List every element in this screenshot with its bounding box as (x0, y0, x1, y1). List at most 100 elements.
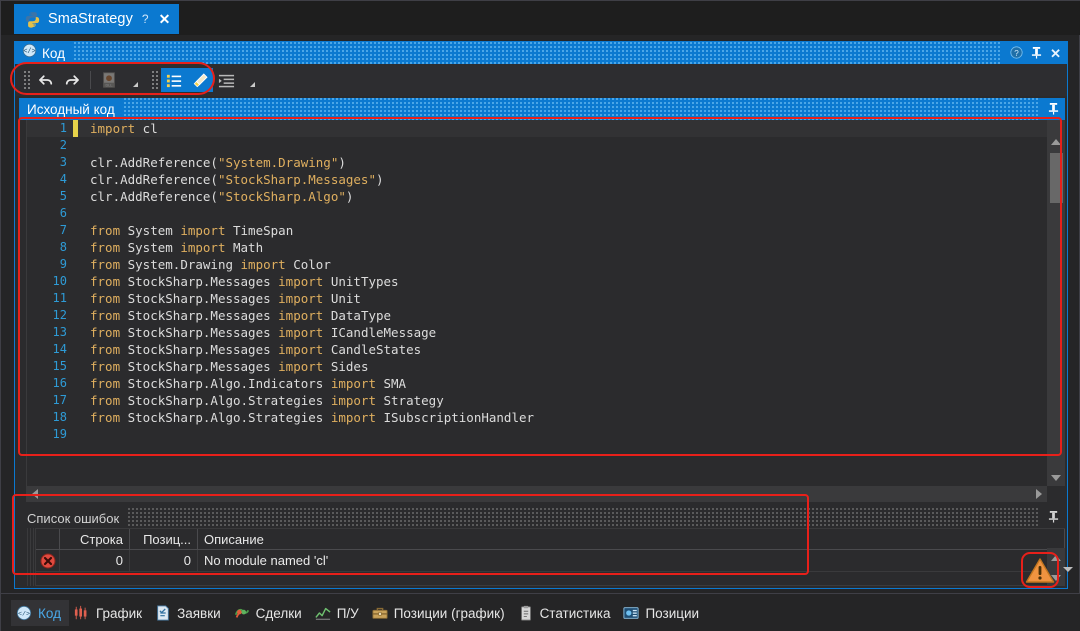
code-line[interactable]: 8 from System import Math (27, 239, 1047, 256)
line-text: from StockSharp.Messages import UnitType… (90, 274, 399, 289)
source-code-pin-icon[interactable] (1048, 102, 1059, 117)
orders-icon (155, 604, 172, 622)
code-line[interactable]: 16 from StockSharp.Algo.Indicators import… (27, 375, 1047, 392)
indent-button[interactable] (213, 68, 239, 92)
toolbar-grip-2[interactable] (151, 70, 158, 90)
document-tab-help-icon[interactable]: ? (140, 12, 151, 26)
trades-icon (234, 605, 251, 622)
line-text: clr.AddReference("StockSharp.Algo") (90, 189, 354, 204)
editor-vertical-scrollbar[interactable] (1047, 120, 1065, 486)
scroll-down-button[interactable] (1047, 470, 1065, 486)
bottom-tab-label: Статистика (539, 605, 611, 621)
error-list-title: Список ошибок (27, 510, 120, 526)
references-button[interactable]: DLL (96, 68, 122, 92)
code-lines[interactable]: 1 import cl 2 3 clr.AddReference("System.Dra… (27, 120, 1047, 486)
indent-dropdown[interactable] (239, 68, 265, 92)
bottom-tab-8[interactable]: Позиции (618, 600, 707, 626)
error-grid-grip[interactable] (27, 528, 35, 586)
bottom-tab-4[interactable]: Сделки (229, 600, 310, 626)
error-column-header[interactable]: Позиц... (130, 529, 198, 549)
editor-toolbar: DLL (15, 64, 1067, 96)
code-line[interactable]: 18 from StockSharp.Algo.Strategies import… (27, 409, 1047, 426)
line-text: from StockSharp.Algo.Indicators import S… (90, 376, 407, 391)
warning-icon[interactable] (1022, 553, 1058, 587)
error-table[interactable]: Строка Позиц... Описание 0 0 No module named… (35, 528, 1065, 586)
code-line[interactable]: 5 clr.AddReference("StockSharp.Algo") (27, 188, 1047, 205)
line-text: from StockSharp.Messages import CandleSt… (90, 342, 422, 357)
code-line[interactable]: 14 from StockSharp.Messages import Candle… (27, 341, 1047, 358)
line-change-marker (73, 137, 78, 154)
line-number: 2 (59, 138, 67, 152)
code-line[interactable]: 3 clr.AddReference("System.Drawing") (27, 154, 1047, 171)
code-panel-pin-icon[interactable] (1031, 46, 1042, 61)
line-text: from StockSharp.Messages import ICandleM… (90, 325, 437, 340)
error-list-pin-icon[interactable] (1048, 510, 1065, 526)
error-row[interactable]: 0 0 No module named 'cl' (36, 550, 1065, 572)
line-number: 13 (52, 325, 67, 339)
redo-button[interactable] (59, 68, 85, 92)
code-line[interactable]: 7 from System import TimeSpan (27, 222, 1047, 239)
line-number: 17 (52, 393, 67, 407)
code-icon: </> (16, 605, 33, 622)
code-line[interactable]: 9 from System.Drawing import Color (27, 256, 1047, 273)
code-line[interactable]: 6 (27, 205, 1047, 222)
bottom-tab-label: Позиции (график) (393, 605, 505, 621)
code-editor[interactable]: 1 import cl 2 3 clr.AddReference("System.Dra… (27, 120, 1065, 502)
error-list-grid: Строка Позиц... Описание 0 0 No module named… (27, 528, 1065, 586)
pnl-line-icon (315, 605, 332, 622)
bottom-tabbar: </> Код График Заявки Сделки П/У Позиции (граф… (1, 593, 1080, 631)
bottom-tab-6[interactable]: Позиции (график) (367, 600, 513, 626)
source-code-caption: Исходный код (19, 98, 1065, 120)
line-text: import cl (90, 121, 158, 136)
line-text: clr.AddReference("System.Drawing") (90, 155, 346, 170)
code-line[interactable]: 15 from StockSharp.Messages import Sides (27, 358, 1047, 375)
line-text: from StockSharp.Messages import Unit (90, 291, 361, 306)
line-number: 5 (59, 189, 67, 203)
source-code-drag-dots[interactable] (122, 98, 1040, 120)
code-panel-help-icon[interactable]: ? (1010, 45, 1023, 61)
code-line[interactable]: 17 from StockSharp.Algo.Strategies import… (27, 392, 1047, 409)
code-line[interactable]: 4 clr.AddReference("StockSharp.Messages") (27, 171, 1047, 188)
references-dropdown[interactable] (122, 68, 148, 92)
line-number: 1 (59, 121, 67, 135)
editor-horizontal-scrollbar[interactable] (27, 486, 1047, 502)
outline-toggle[interactable] (161, 68, 187, 92)
code-line[interactable]: 19 (27, 426, 1047, 443)
document-tab-close-icon[interactable]: ✕ (159, 11, 171, 28)
bottom-tab-3[interactable]: Заявки (150, 600, 229, 626)
code-line[interactable]: 13 from StockSharp.Messages import ICandl… (27, 324, 1047, 341)
scroll-up-button[interactable] (1047, 134, 1065, 150)
line-change-marker (73, 426, 78, 443)
code-line[interactable]: 11 from StockSharp.Messages import Unit (27, 290, 1047, 307)
error-empty-row (36, 572, 1065, 585)
line-text: from System import Math (90, 240, 264, 255)
error-column-header[interactable]: Описание (198, 529, 1065, 549)
error-column-header[interactable] (36, 529, 60, 549)
code-line[interactable]: 2 (27, 137, 1047, 154)
undo-button[interactable] (33, 68, 59, 92)
warning-dropdown-caret[interactable] (1063, 567, 1073, 572)
scroll-left-button[interactable] (27, 486, 43, 502)
bottom-tab-label: График (95, 605, 143, 621)
toolbar-grip[interactable] (23, 70, 30, 90)
line-number: 4 (59, 172, 67, 186)
error-table-body[interactable]: 0 0 No module named 'cl' (36, 550, 1065, 585)
bottom-tab-5[interactable]: П/У (310, 600, 367, 626)
code-line[interactable]: 10 from StockSharp.Messages import UnitTy… (27, 273, 1047, 290)
error-column-header[interactable]: Строка (60, 529, 130, 549)
error-description: No module named 'cl' (198, 550, 1065, 571)
error-list-panel: Список ошибок Строка Позиц... Описание 00N… (19, 508, 1065, 586)
bottom-tab-1[interactable]: </> Код (11, 600, 69, 626)
briefcase-icon (372, 605, 389, 622)
code-panel-drag-dots[interactable] (72, 42, 1003, 64)
scroll-right-button[interactable] (1031, 486, 1047, 502)
code-line[interactable]: 12 from StockSharp.Messages import DataTy… (27, 307, 1047, 324)
vertical-scroll-thumb[interactable] (1050, 153, 1063, 203)
code-panel-close-icon[interactable]: ✕ (1050, 47, 1061, 60)
bottom-tab-2[interactable]: График (69, 600, 150, 626)
bottom-tab-7[interactable]: Статистика (513, 600, 619, 626)
error-list-drag-dots[interactable] (127, 508, 1040, 528)
highlight-toggle[interactable] (187, 68, 213, 92)
document-tab-smastrategy[interactable]: SmaStrategy ? ✕ (14, 4, 180, 34)
code-line[interactable]: 1 import cl (27, 120, 1047, 137)
